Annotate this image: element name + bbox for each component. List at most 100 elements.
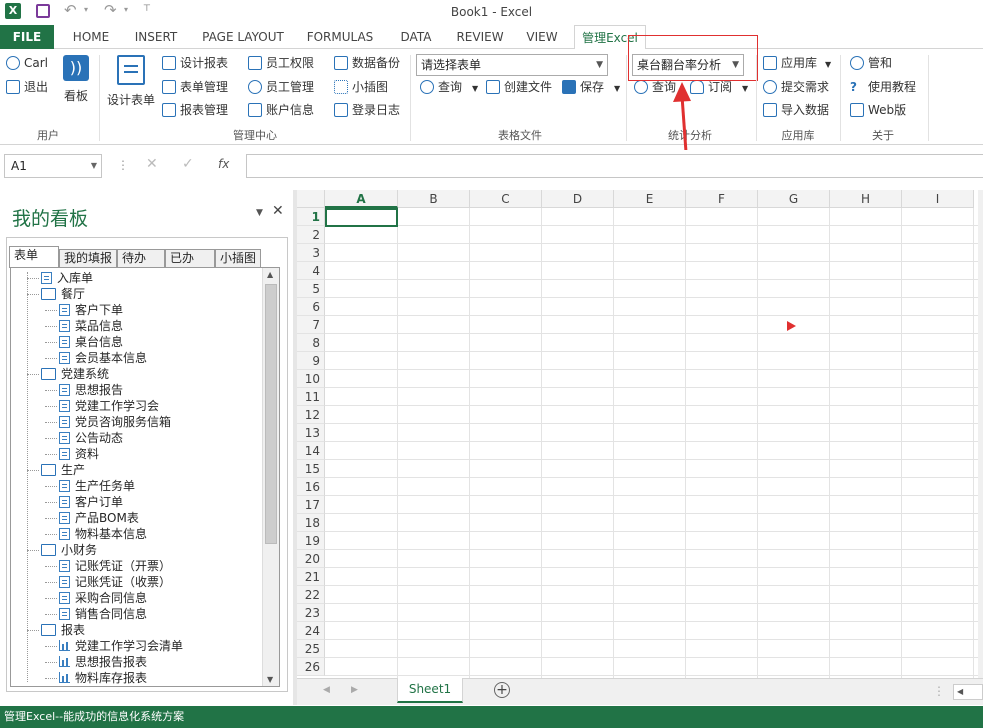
row-header[interactable]: 22 [297,586,325,604]
user-carl-button[interactable]: Carl [6,53,48,73]
column-header[interactable]: F [686,190,758,208]
pane-tab-done[interactable]: 已办 [165,249,215,267]
tree-folder[interactable]: 餐厅 [41,286,85,302]
tree-item[interactable]: 桌台信息 [59,334,123,350]
submit-req-button[interactable]: 提交需求 [763,77,829,97]
tab-home[interactable]: HOME [64,25,118,49]
pane-close-icon[interactable]: ✕ [272,203,284,219]
row-header[interactable]: 13 [297,424,325,442]
tree-item[interactable]: 物料基本信息 [59,526,147,542]
save-button[interactable]: 保存 ▼ [562,77,620,97]
create-file-button[interactable]: 创建文件 [486,77,552,97]
row-header[interactable]: 10 [297,370,325,388]
web-button[interactable]: Web版 [850,100,906,120]
row-header[interactable]: 5 [297,280,325,298]
row-header[interactable]: 21 [297,568,325,586]
tree-folder[interactable]: 小财务 [41,542,97,558]
column-header[interactable]: H [830,190,902,208]
tree-item[interactable]: 生产任务单 [59,478,135,494]
row-header[interactable]: 2 [297,226,325,244]
design-report-button[interactable]: 设计报表 [162,53,228,73]
emp-mgmt-button[interactable]: 员工管理 [248,77,314,97]
scroll-thumb[interactable] [265,284,277,544]
tree-item[interactable]: 公告动态 [59,430,123,446]
tree-item[interactable]: 记账凭证（开票） [59,558,171,574]
column-header[interactable]: E [614,190,686,208]
pane-tab-todo[interactable]: 待办 [117,249,165,267]
tree-item[interactable]: 采购合同信息 [59,590,147,606]
select-all-corner[interactable] [297,190,325,208]
tree-scrollbar[interactable]: ▲ ▼ [262,268,279,686]
cancel-icon[interactable]: ✕ [146,156,158,172]
vertical-scrollbar[interactable] [978,190,983,678]
tab-view[interactable]: VIEW [520,25,564,49]
tree-item[interactable]: 入库单 [41,270,93,286]
row-header[interactable]: 3 [297,244,325,262]
active-cell-a1[interactable] [325,208,398,227]
row-header[interactable]: 6 [297,298,325,316]
row-header[interactable]: 20 [297,550,325,568]
column-header[interactable]: D [542,190,614,208]
tree-folder[interactable]: 生产 [41,462,85,478]
tab-file[interactable]: FILE [0,25,54,49]
horizontal-scrollbar[interactable]: ◀ [953,684,983,700]
tree-item[interactable]: 记账凭证（收票） [59,574,171,590]
column-header[interactable]: C [470,190,542,208]
column-header[interactable]: B [398,190,470,208]
worksheet-grid[interactable]: ABCDEFGHI 1 2 3 4 5 6 7 8 9 10 11 12 13 14 15 16 17 18 19 2… [297,190,983,678]
formula-input[interactable] [246,154,983,178]
guanhe-button[interactable]: 管和 [850,53,892,73]
row-header[interactable]: 8 [297,334,325,352]
login-log-button[interactable]: 登录日志 [334,100,400,120]
scroll-down-icon[interactable]: ▼ [267,675,273,684]
tree-item[interactable]: 党建工作学习会 [59,398,159,414]
form-query-button[interactable]: 查询 ▼ [420,77,478,97]
row-header[interactable]: 4 [297,262,325,280]
row-header[interactable]: 15 [297,460,325,478]
tab-page-layout[interactable]: PAGE LAYOUT [196,25,290,49]
data-backup-button[interactable]: 数据备份 [334,53,400,73]
row-header[interactable]: 17 [297,496,325,514]
tutorial-button[interactable]: ? 使用教程 [850,77,916,97]
column-header[interactable]: A [325,190,398,208]
pane-tab-forms[interactable]: 表单 [9,246,59,268]
board-button[interactable]: )) 看板 [58,55,94,104]
row-header[interactable]: 26 [297,658,325,676]
tree-item[interactable]: 会员基本信息 [59,350,147,366]
tree-item[interactable]: 党员咨询服务信箱 [59,414,171,430]
enter-icon[interactable]: ✓ [182,156,194,172]
add-sheet-icon[interactable]: + [494,682,510,698]
tree-item[interactable]: 客户订单 [59,494,123,510]
form-mgmt-button[interactable]: 表单管理 [162,77,228,97]
tree-item[interactable]: 思想报告报表 [59,654,147,670]
row-header[interactable]: 24 [297,622,325,640]
tree-item[interactable]: 物料库存报表 [59,670,147,686]
pane-menu-icon[interactable]: ▼ [256,208,263,218]
tree-item[interactable]: 党建工作学习会清单 [59,638,183,654]
pane-tab-my-fill[interactable]: 我的填报 [59,249,117,267]
row-header[interactable]: 12 [297,406,325,424]
tree-item[interactable]: 资料 [59,446,99,462]
tree-item[interactable]: 思想报告 [59,382,123,398]
row-header[interactable]: 19 [297,532,325,550]
pane-tab-mini-chart[interactable]: 小插图 [215,249,261,267]
tree-folder[interactable]: 党建系统 [41,366,109,382]
logout-button[interactable]: 退出 [6,77,48,97]
next-sheet-icon[interactable]: ▶ [351,685,358,695]
tab-data[interactable]: DATA [392,25,440,49]
design-form-button[interactable]: 设计表单 [105,55,157,108]
tab-review[interactable]: REVIEW [452,25,508,49]
row-header[interactable]: 23 [297,604,325,622]
tree-item[interactable]: 产品BOM表 [59,510,139,526]
row-header[interactable]: 16 [297,478,325,496]
tree-item[interactable]: 客户下单 [59,302,123,318]
row-header[interactable]: 18 [297,514,325,532]
row-header[interactable]: 9 [297,352,325,370]
app-store-button[interactable]: 应用库 ▼ [763,53,831,73]
function-icon[interactable]: fx [218,157,229,171]
form-select[interactable]: 请选择表单 ▼ [416,54,608,76]
emp-perm-button[interactable]: 员工权限 [248,53,314,73]
import-data-button[interactable]: 导入数据 [763,100,829,120]
sheet-tab-sheet1[interactable]: Sheet1 [397,678,463,703]
mini-chart-button[interactable]: 小插图 [334,77,388,97]
